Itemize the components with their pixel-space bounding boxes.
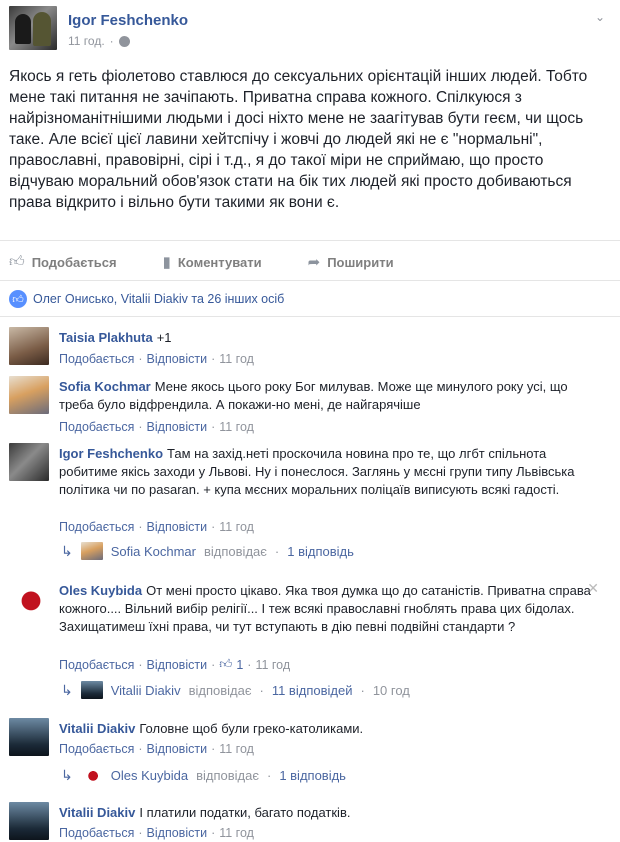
comment-like-link[interactable]: Подобається [59,420,134,434]
comment-text: Головне щоб були греко-католиками. [139,721,364,736]
divider [0,280,620,281]
comment-meta: Подобається · Відповісти · 11 год [59,826,254,840]
comment-body: Vitalii Diakiv І платили податки, багато … [59,804,599,822]
replies-verb: відповідає [196,767,259,783]
divider [0,316,620,317]
globe-icon [118,35,130,47]
comment-button[interactable]: ▮ Коментувати [163,250,262,274]
comment-like-link[interactable]: Подобається [59,826,134,840]
comment-author[interactable]: Oles Kuybida [59,583,142,598]
comment-body: Oles Kuybida От мені просто цікаво. Яка т… [59,582,599,636]
avatar [80,766,103,784]
replies-verb: відповідає [204,543,267,559]
comment-reply-link[interactable]: Відповісти [147,420,208,434]
likes-summary-row[interactable]: 👍︎ Олег Онисько, Vitalii Diakiv та 26 ін… [9,290,284,308]
replies-link[interactable]: ↳ Vitalii Diakiv відповідає · 11 відповід… [61,681,410,699]
avatar [80,542,103,560]
comment-icon: ▮ [162,254,171,271]
avatar[interactable] [9,802,49,840]
replies-count: 1 відповідь [279,767,346,783]
comment-label: Коментувати [177,254,262,270]
replies-time: 10 год [372,682,410,698]
comment-reply-link[interactable]: Відповісти [147,742,208,756]
share-button[interactable]: ➦ Поширити [308,250,394,274]
comment-reply-link[interactable]: Відповісти [147,352,208,366]
comment-author[interactable]: Vitalii Diakiv [59,805,135,820]
comment-author[interactable]: Vitalii Diakiv [59,721,135,736]
comment-time[interactable]: 11 год [219,352,254,366]
likes-summary[interactable]: Олег Онисько, Vitalii Diakiv та 26 інших… [33,292,284,306]
reply-arrow-icon: ↳ [61,766,73,783]
like-icon: 👍︎ [9,290,27,308]
reaction-count[interactable]: 1 [236,658,243,672]
comment-like-link[interactable]: Подобається [59,742,134,756]
share-label: Поширити [327,254,394,270]
comment-time[interactable]: 11 год [219,420,254,434]
comment-text: І платили податки, багато податків. [139,805,351,820]
divider [0,240,620,241]
avatar[interactable] [9,718,49,756]
post-text: Якось я геть фіолетово ставлюся до сексу… [9,68,588,211]
avatar[interactable] [9,443,49,481]
post-header: Igor Feshchenko 11 год. · ⌄ [9,6,611,54]
comment-meta: Подобається · Відповісти · 11 год [59,520,254,534]
reply-arrow-icon: ↳ [61,542,73,559]
avatar[interactable] [9,327,49,365]
author-avatar[interactable] [9,6,57,50]
comment-like-link[interactable]: Подобається [59,658,134,672]
like-button[interactable]: 👍︎ Подобається [9,250,117,274]
post-timestamp[interactable]: 11 год. [68,34,105,48]
close-icon[interactable]: ✕ [587,580,599,597]
comment-meta: Подобається · Відповісти · 👍︎ 1 · 11 год [59,657,291,672]
replies-link[interactable]: ↳ Oles Kuybida відповідає · 1 відповідь [61,766,346,784]
share-icon: ➦ [307,254,321,271]
replies-link[interactable]: ↳ Sofia Kochmar відповідає · 1 відповідь [61,542,354,560]
post-meta: 11 год. · [68,34,130,48]
comment-time[interactable]: 11 год [219,742,254,756]
like-icon[interactable]: 👍︎ [219,657,232,672]
replies-verb: відповідає [188,682,252,698]
comment-body: Vitalii Diakiv Головне щоб були греко-кат… [59,720,599,738]
comment-time[interactable]: 11 год [219,826,254,840]
comment-reply-link[interactable]: Відповісти [147,658,208,672]
replies-count: 1 відповідь [287,543,354,559]
comment-meta: Подобається · Відповісти · 11 год [59,420,254,434]
avatar [80,681,103,699]
avatar[interactable] [9,580,49,618]
comment-like-link[interactable]: Подобається [59,352,134,366]
comment-like-link[interactable]: Подобається [59,520,134,534]
comment-reply-link[interactable]: Відповісти [147,826,208,840]
replies-count: 11 відповідей [271,682,353,698]
comment-author[interactable]: Taisia Plakhuta [59,330,153,345]
comment-reply-link[interactable]: Відповісти [147,520,208,534]
comment-time[interactable]: 11 год [219,520,254,534]
comment-time[interactable]: 11 год [255,658,290,672]
comment-meta: Подобається · Відповісти · 11 год [59,352,254,366]
chevron-down-icon[interactable]: ⌄ [595,10,605,24]
meta-separator: · [109,34,114,48]
comment-author[interactable]: Sofia Kochmar [59,379,151,394]
replies-author: Vitalii Diakiv [110,682,181,698]
avatar[interactable] [9,376,49,414]
comment-body: Igor Feshchenko Там на захід.неті проскоч… [59,445,599,499]
post-author-name[interactable]: Igor Feshchenko [68,12,188,29]
like-icon: 👍︎ [9,253,25,270]
replies-author: Oles Kuybida [110,767,189,783]
like-label: Подобається [31,254,117,270]
replies-author: Sofia Kochmar [110,543,196,559]
post-actions: 👍︎ Подобається ▮ Коментувати ➦ Поширити [9,250,611,274]
comment-author[interactable]: Igor Feshchenko [59,446,163,461]
comment-text: +1 [156,330,172,345]
comment-body: Sofia Kochmar Мене якось цього року Бог м… [59,378,599,414]
comment-meta: Подобається · Відповісти · 11 год [59,742,254,756]
comment-body: Taisia Plakhuta +1 [59,329,599,347]
reply-arrow-icon: ↳ [61,681,73,698]
